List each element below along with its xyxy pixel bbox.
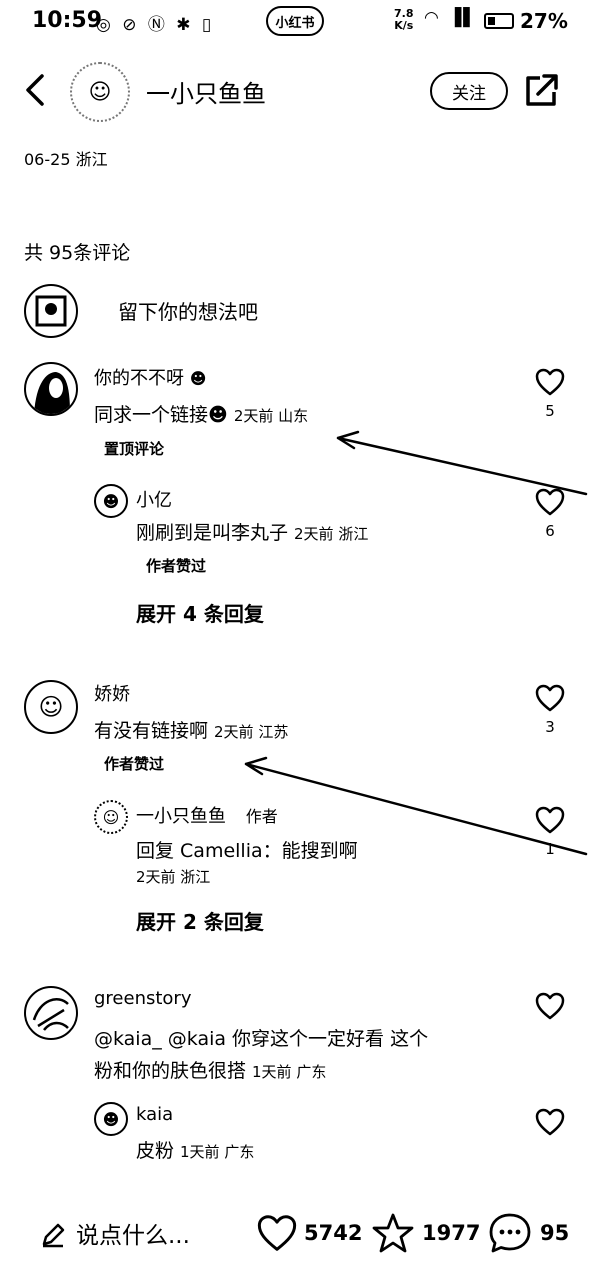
comment-input[interactable]: 说点什么... bbox=[76, 1216, 190, 1250]
comment-text-content: 粉和你的肤色很搭 bbox=[94, 1060, 247, 1082]
comment-text[interactable]: @kaia_ @kaia 你穿这个一定好看 这个 bbox=[94, 1024, 428, 1051]
commenter-avatar[interactable] bbox=[24, 986, 78, 1040]
comments-button[interactable]: 95 bbox=[488, 1212, 569, 1254]
star-icon bbox=[372, 1213, 414, 1253]
avatar-sketch-icon bbox=[32, 998, 69, 1031]
reply-text-content: 皮粉 bbox=[136, 1140, 175, 1162]
face-icon: ☻ bbox=[102, 1109, 120, 1129]
comment-text-cont[interactable]: 粉和你的肤色很搭 1天前 广东 bbox=[94, 1056, 326, 1083]
heart-icon bbox=[535, 1108, 565, 1136]
post-like-button[interactable]: 5742 bbox=[256, 1214, 362, 1252]
post-like-count: 5742 bbox=[304, 1221, 363, 1245]
collect-button[interactable]: 1977 bbox=[372, 1212, 480, 1254]
commenter-name[interactable]: greenstory bbox=[94, 988, 192, 1009]
collect-count: 1977 bbox=[422, 1221, 481, 1245]
comment-like-button[interactable] bbox=[534, 992, 566, 1020]
reply-avatar[interactable]: ☻ bbox=[94, 1102, 128, 1136]
reply-name[interactable]: kaia bbox=[136, 1104, 173, 1125]
pencil-icon[interactable] bbox=[40, 1222, 66, 1248]
heart-icon bbox=[535, 992, 565, 1020]
comment-bubble-icon bbox=[489, 1213, 531, 1253]
annotation-arrows bbox=[244, 430, 588, 856]
comment-meta: 1天前 广东 bbox=[252, 1063, 327, 1081]
reply-like-button[interactable] bbox=[534, 1108, 566, 1136]
reply-text[interactable]: 皮粉 1天前 广东 bbox=[136, 1136, 254, 1163]
reply-meta: 1天前 广东 bbox=[180, 1143, 255, 1161]
heart-icon bbox=[257, 1215, 297, 1251]
comments-count: 95 bbox=[540, 1221, 570, 1245]
